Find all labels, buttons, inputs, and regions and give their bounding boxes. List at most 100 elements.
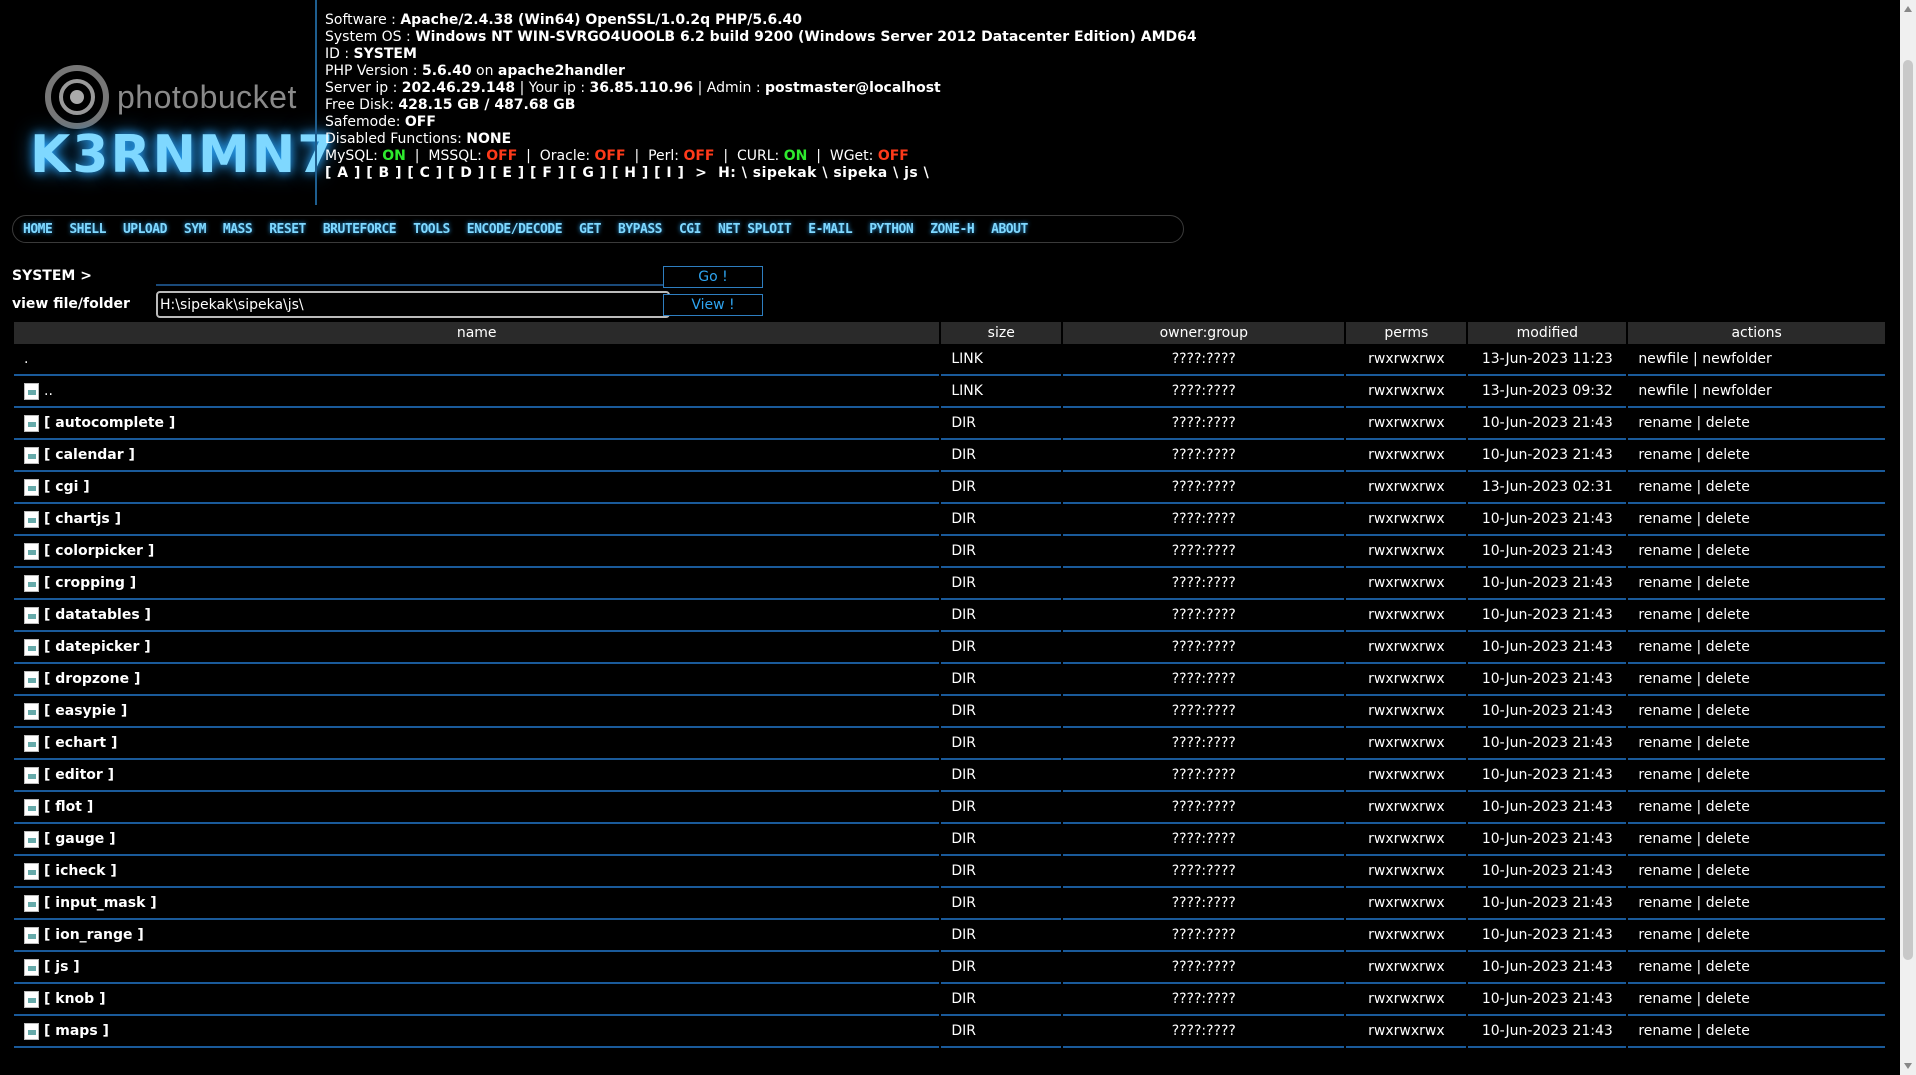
command-input[interactable] [156,264,670,286]
action-secondary[interactable]: delete [1706,479,1750,495]
view-button[interactable]: View ! [663,294,763,316]
scroll-thumb[interactable] [1903,60,1913,960]
action-primary[interactable]: rename [1638,607,1692,623]
nav-reset[interactable]: RESET [269,222,306,237]
file-link[interactable]: [ colorpicker ] [44,543,154,559]
nav-get[interactable]: GET [579,222,601,237]
cell-perms[interactable]: rwxrwxrwx [1346,568,1467,600]
action-primary[interactable]: rename [1638,1023,1692,1039]
nav-python[interactable]: PYTHON [869,222,913,237]
nav-cgi[interactable]: CGI [679,222,701,237]
action-secondary[interactable]: newfolder [1702,383,1772,399]
header-actions[interactable]: actions [1628,322,1885,344]
action-secondary[interactable]: delete [1706,831,1750,847]
action-secondary[interactable]: delete [1706,927,1750,943]
file-link[interactable]: [ datepicker ] [44,639,151,655]
file-link[interactable]: [ cropping ] [44,575,136,591]
action-secondary[interactable]: delete [1706,703,1750,719]
action-primary[interactable]: newfile [1638,383,1688,399]
action-secondary[interactable]: delete [1706,735,1750,751]
nav-mass[interactable]: MASS [223,222,253,237]
header-size[interactable]: size [941,322,1062,344]
file-link[interactable]: [ chartjs ] [44,511,121,527]
action-primary[interactable]: rename [1638,831,1692,847]
action-secondary[interactable]: delete [1706,447,1750,463]
nav-sym[interactable]: SYM [184,222,206,237]
cell-perms[interactable]: rwxrwxrwx [1346,824,1467,856]
cell-perms[interactable]: rwxrwxrwx [1346,504,1467,536]
file-link[interactable]: [ dropzone ] [44,671,140,687]
action-secondary[interactable]: delete [1706,767,1750,783]
file-link[interactable]: [ maps ] [44,1023,109,1039]
file-link[interactable]: [ autocomplete ] [44,415,175,431]
action-secondary[interactable]: delete [1706,991,1750,1007]
nav-shell[interactable]: SHELL [69,222,106,237]
cell-perms[interactable]: rwxrwxrwx [1346,536,1467,568]
file-link[interactable]: [ flot ] [44,799,93,815]
action-secondary[interactable]: newfolder [1702,351,1772,367]
action-secondary[interactable]: delete [1706,415,1750,431]
action-primary[interactable]: rename [1638,991,1692,1007]
go-button[interactable]: Go ! [663,266,763,288]
action-secondary[interactable]: delete [1706,863,1750,879]
file-link[interactable]: [ cgi ] [44,479,90,495]
file-link[interactable]: .. [44,383,53,399]
cell-perms[interactable]: rwxrwxrwx [1346,920,1467,952]
cell-perms[interactable]: rwxrwxrwx [1346,472,1467,504]
file-link[interactable]: [ echart ] [44,735,117,751]
nav-tools[interactable]: TOOLS [413,222,450,237]
nav-net-sploit[interactable]: NET SPLOIT [718,222,792,237]
path-input[interactable] [156,291,670,318]
action-secondary[interactable]: delete [1706,1023,1750,1039]
file-link[interactable]: [ icheck ] [44,863,117,879]
action-primary[interactable]: rename [1638,415,1692,431]
action-primary[interactable]: rename [1638,735,1692,751]
file-link[interactable]: [ editor ] [44,767,114,783]
scroll-down-icon[interactable] [1904,1063,1912,1069]
cell-perms[interactable]: rwxrwxrwx [1346,952,1467,984]
header-perms[interactable]: perms [1346,322,1467,344]
action-secondary[interactable]: delete [1706,575,1750,591]
action-primary[interactable]: rename [1638,959,1692,975]
file-link[interactable]: [ ion_range ] [44,927,144,943]
action-secondary[interactable]: delete [1706,511,1750,527]
cell-perms[interactable]: rwxrwxrwx [1346,696,1467,728]
action-secondary[interactable]: delete [1706,799,1750,815]
cell-perms[interactable]: rwxrwxrwx [1346,664,1467,696]
cell-perms[interactable]: rwxrwxrwx [1346,600,1467,632]
action-primary[interactable]: rename [1638,639,1692,655]
nav-upload[interactable]: UPLOAD [123,222,167,237]
cell-perms[interactable]: rwxrwxrwx [1346,984,1467,1016]
action-primary[interactable]: rename [1638,575,1692,591]
action-secondary[interactable]: delete [1706,959,1750,975]
action-primary[interactable]: rename [1638,671,1692,687]
action-secondary[interactable]: delete [1706,895,1750,911]
cell-perms[interactable]: rwxrwxrwx [1346,888,1467,920]
action-primary[interactable]: rename [1638,927,1692,943]
action-primary[interactable]: rename [1638,863,1692,879]
nav-bruteforce[interactable]: BRUTEFORCE [323,222,397,237]
file-link[interactable]: [ js ] [44,959,80,975]
file-link[interactable]: . [24,351,28,367]
cell-perms[interactable]: rwxrwxrwx [1346,760,1467,792]
drive-breadcrumb[interactable]: [ A ] [ B ] [ C ] [ D ] [ E ] [ F ] [ G … [325,165,1197,182]
nav-about[interactable]: ABOUT [991,222,1028,237]
cell-perms[interactable]: rwxrwxrwx [1346,856,1467,888]
action-primary[interactable]: rename [1638,479,1692,495]
action-primary[interactable]: rename [1638,447,1692,463]
action-primary[interactable]: rename [1638,799,1692,815]
action-primary[interactable]: rename [1638,895,1692,911]
nav-zone-h[interactable]: ZONE-H [930,222,974,237]
file-link[interactable]: [ calendar ] [44,447,135,463]
action-primary[interactable]: rename [1638,511,1692,527]
cell-perms[interactable]: rwxrwxrwx [1346,632,1467,664]
scrollbar[interactable] [1900,0,1916,1075]
file-link[interactable]: [ knob ] [44,991,105,1007]
action-secondary[interactable]: delete [1706,639,1750,655]
nav-email[interactable]: E-MAIL [808,222,852,237]
file-link[interactable]: [ easypie ] [44,703,127,719]
cell-perms[interactable]: rwxrwxrwx [1346,440,1467,472]
cell-perms[interactable]: rwxrwxrwx [1346,1016,1467,1048]
action-secondary[interactable]: delete [1706,607,1750,623]
nav-encode-decode[interactable]: ENCODE/DECODE [467,222,563,237]
